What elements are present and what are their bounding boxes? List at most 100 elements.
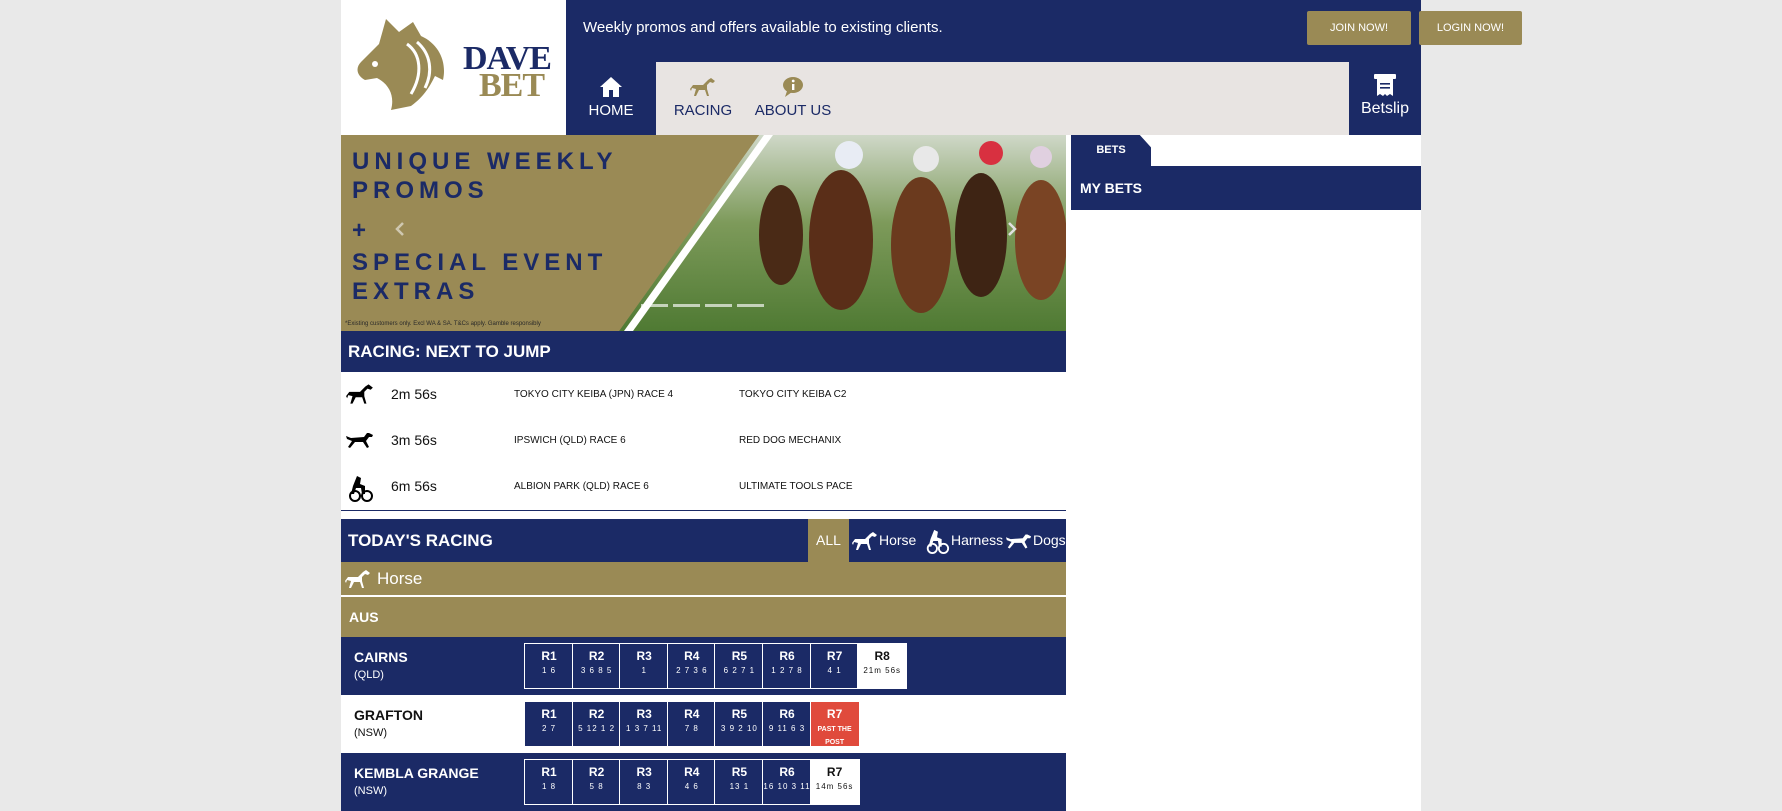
banner-plus: + [352,217,372,244]
meeting-row: KEMBLA GRANGE (NSW) R1 1 8 R2 5 8 R3 8 3 R4 4 6 R5… [341,753,1066,811]
race-result: 3 9 2 10 [720,724,758,733]
race-number: R3 [636,765,652,779]
banner-headline-4: EXTRAS [352,278,480,305]
race-result: 4 1 [827,666,842,675]
info-bubble-icon [748,76,838,102]
race-cell[interactable]: R5 13 1 [714,759,765,805]
region-header-aus[interactable]: AUS [341,597,1066,637]
filter-dogs-tab[interactable]: Dogs [1005,519,1066,562]
filter-horse-tab[interactable]: Horse [851,519,916,562]
race-result: 4 6 [684,782,699,791]
race-cell[interactable]: R3 1 [619,643,670,689]
app-root: DAVE BET Weekly promos and offers availa… [341,0,1522,811]
category-label: Horse [377,569,423,588]
horse-icon [345,382,375,409]
filter-all-tab[interactable]: ALL [808,519,849,562]
horse-icon [668,76,738,102]
race-cell[interactable]: R2 5 12 1 2 [571,701,622,747]
race-cell[interactable]: R5 3 9 2 10 [714,701,765,747]
harness-icon [926,530,950,555]
race-cell[interactable]: R7 4 1 [809,643,860,689]
race-result: 2 7 3 6 [676,666,708,675]
race-cell[interactable]: R2 5 8 [571,759,622,805]
race-cell[interactable]: R1 2 7 [524,701,574,747]
meeting-state: (NSW) [354,727,387,739]
bets-tab[interactable]: BETS [1071,135,1151,166]
next-to-jump-row[interactable]: 3m 56s IPSWICH (QLD) RACE 6 RED DOG MECH… [341,418,1066,465]
carousel-dot[interactable] [641,304,668,307]
race-cell[interactable]: R6 9 11 6 3 [762,701,812,747]
race-cell[interactable]: R1 1 6 [524,643,574,689]
race-number: R2 [588,707,605,721]
race-number: R5 [731,707,748,721]
race-cell[interactable]: R7 14m 56s [809,759,860,805]
race-result: 1 3 7 11 [626,724,663,733]
race-cell[interactable]: R7 PAST THE POST [809,701,860,747]
banner-fine-print: *Existing customers only. Excl WA & SA. … [345,321,541,327]
meeting-name[interactable]: CAIRNS [354,649,408,665]
countdown: 6m 56s [391,478,437,494]
race-result: 1 2 7 8 [771,666,803,675]
logo[interactable]: DAVE BET [341,0,566,135]
race-cell[interactable]: R4 7 8 [666,701,717,747]
countdown: 3m 56s [391,432,437,448]
horse-icon [345,570,370,588]
meeting-row: CAIRNS (QLD) R1 1 6 R2 3 6 8 5 R3 1 R4 2 7 3 6 R5 6… [341,637,1066,695]
filter-harness-tab[interactable]: Harness [923,519,1003,562]
race-cell[interactable]: R3 1 3 7 11 [619,701,670,747]
race-cell[interactable]: R4 4 6 [666,759,717,805]
race-result: 14m 56s [815,782,854,791]
nav-about-label: ABOUT US [754,102,832,119]
nav-home[interactable]: HOME [566,62,656,135]
main-nav: HOME RACING ABOUT US Betslip [566,62,1421,135]
nav-about[interactable]: ABOUT US [748,62,838,135]
race-number: R7 [826,649,843,663]
next-to-jump-title: RACING: NEXT TO JUMP [341,331,1066,372]
race-cell[interactable]: R2 3 6 8 5 [571,643,622,689]
race-cell[interactable]: R4 2 7 3 6 [666,643,717,689]
race-cell[interactable]: R8 21m 56s [857,643,908,689]
race-cell[interactable]: R6 16 10 3 11 [762,759,812,805]
race-cell[interactable]: R1 1 8 [524,759,574,805]
race-result: 9 11 6 3 [768,724,806,733]
carousel-dot[interactable] [737,304,764,307]
dog-icon [345,428,375,455]
nav-home-label: HOME [588,102,634,119]
carousel-dot[interactable] [705,304,732,307]
race-name: RED DOG MECHANIX [739,435,842,446]
race-cell[interactable]: R5 6 2 7 1 [714,643,765,689]
race-cell[interactable]: R3 8 3 [619,759,670,805]
race-result: 5 8 [589,782,604,791]
home-icon [566,76,656,102]
harness-icon [345,474,375,505]
dog-icon [1005,534,1032,549]
horse-icon [852,532,877,551]
nav-racing[interactable]: RACING [668,62,738,135]
category-header-horse[interactable]: Horse [341,562,1066,596]
top-bar: Weekly promos and offers available to ex… [566,0,1522,62]
race-number: R6 [779,765,795,779]
next-to-jump-row[interactable]: 6m 56s ALBION PARK (QLD) RACE 6 ULTIMATE… [341,464,1066,511]
banner-headline-1: UNIQUE WEEKLY [352,148,618,175]
meeting-name[interactable]: GRAFTON [354,707,423,723]
race-number: R5 [731,765,748,779]
next-to-jump-row[interactable]: 2m 56s TOKYO CITY KEIBA (JPN) RACE 4 TOK… [341,372,1066,419]
race-number: R1 [541,765,557,779]
filter-dogs-label: Dogs [1033,532,1066,548]
race-number: R2 [588,649,605,663]
join-now-button[interactable]: JOIN NOW! [1307,11,1411,45]
race-number: R6 [779,649,795,663]
carousel-dot[interactable] [673,304,700,307]
race-number: R3 [636,707,652,721]
betslip-button[interactable]: Betslip [1349,62,1421,135]
meeting-name[interactable]: KEMBLA GRANGE [354,765,479,781]
race-cell[interactable]: R6 1 2 7 8 [762,643,812,689]
filter-horse-label: Horse [879,532,917,548]
promo-banner[interactable]: UNIQUE WEEKLY PROMOS + SPECIAL EVENT EXT… [341,135,1066,331]
login-now-button[interactable]: LOGIN NOW! [1419,11,1522,45]
race-result: 1 [641,666,647,675]
race-result: 8 3 [637,782,652,791]
race-number: R2 [588,765,605,779]
race-number: R7 [826,765,843,779]
race-result: 1 8 [541,782,557,791]
